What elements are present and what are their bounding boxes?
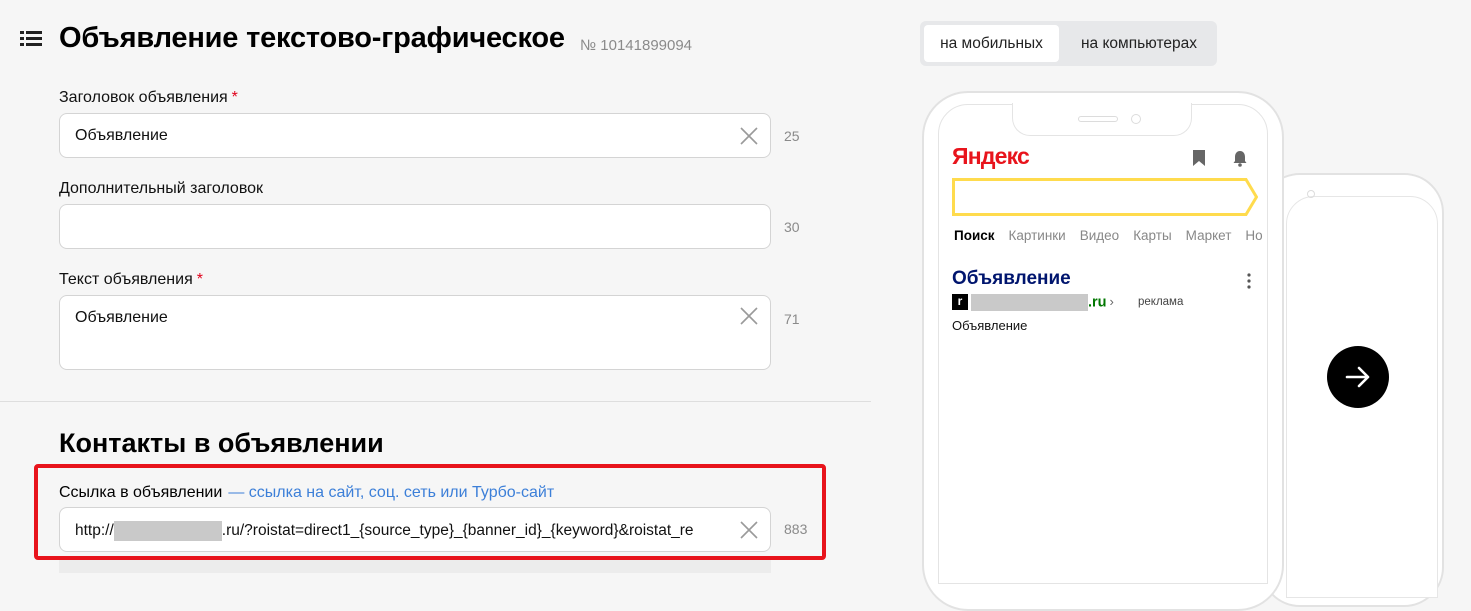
ad-text-value: Объявление	[75, 309, 168, 326]
yandex-logo: Яндекс	[952, 143, 1030, 170]
camera-dot-icon	[1307, 190, 1315, 198]
search-tab: Видео	[1079, 228, 1120, 243]
clear-icon[interactable]	[740, 127, 758, 145]
speaker-icon	[1078, 116, 1118, 122]
extra-headline-input[interactable]	[59, 204, 771, 249]
redacted-domain	[113, 521, 222, 541]
clear-icon[interactable]	[740, 521, 758, 539]
preview-domain: .ru ›	[971, 294, 1114, 311]
ad-text-textarea[interactable]: Объявление	[59, 295, 771, 370]
link-counter: 883	[784, 521, 808, 537]
ad-text-label-text: Текст объявления	[59, 271, 193, 288]
menu-icon[interactable]	[20, 30, 42, 48]
extra-headline-counter: 30	[784, 219, 800, 235]
search-bar	[952, 178, 1258, 216]
preview-ad-title: Объявление	[952, 268, 1071, 289]
ad-text-counter: 71	[784, 311, 800, 327]
headline-label: Заголовок объявления *	[59, 89, 238, 107]
device-switch: на мобильных на компьютерах	[920, 21, 1217, 66]
contacts-section-title: Контакты в объявлении	[59, 428, 384, 458]
search-tab: Поиск	[954, 228, 995, 243]
headline-counter: 25	[784, 128, 800, 144]
link-prefix: http://	[75, 522, 114, 540]
headline-label-text: Заголовок объявления	[59, 89, 228, 106]
bookmark-icon	[1193, 150, 1205, 166]
tab-mobile[interactable]: на мобильных	[924, 25, 1059, 62]
section-divider	[0, 401, 871, 402]
search-tab: Но	[1245, 228, 1263, 243]
logo-text: Яндекс	[952, 143, 1030, 169]
preview-ad-text: Объявление	[952, 318, 1028, 333]
link-label-text: Ссылка в объявлении	[59, 484, 223, 501]
headline-value: Объявление	[75, 127, 168, 144]
link-hint[interactable]: — ссылка на сайт, соц. сеть или Турбо-са…	[228, 484, 554, 501]
extra-headline-label: Дополнительный заголовок	[59, 180, 264, 197]
search-tab: Маркет	[1185, 228, 1232, 243]
arrow-right-icon	[1345, 366, 1370, 388]
required-mark: *	[231, 89, 238, 106]
more-icon	[1247, 273, 1251, 289]
search-tab: Карты	[1133, 228, 1172, 243]
ad-label: реклама	[1138, 296, 1184, 308]
phone-screen	[938, 104, 1268, 584]
headline-input[interactable]: Объявление	[59, 113, 771, 158]
search-tabs: Поиск Картинки Видео Карты Маркет Но	[954, 228, 1277, 243]
favicon-icon: r	[952, 294, 968, 310]
clear-icon[interactable]	[740, 307, 758, 325]
bell-icon	[1233, 151, 1247, 167]
tab-desktop[interactable]: на компьютерах	[1065, 25, 1213, 62]
link-input[interactable]: http:// .ru/?roistat=direct1_{source_type…	[59, 507, 771, 552]
link-value: http:// .ru/?roistat=direct1_{source_type…	[75, 521, 694, 541]
ad-number: № 10141899094	[580, 37, 693, 54]
chevron-right-icon: ›	[1109, 294, 1114, 310]
search-tab: Картинки	[1008, 228, 1066, 243]
domain-tld: .ru	[1088, 294, 1107, 311]
next-field-edge	[59, 560, 771, 573]
link-suffix: .ru/?roistat=direct1_{source_type}_{bann…	[221, 522, 694, 540]
camera-icon	[1131, 114, 1141, 124]
page-title: Объявление текстово-графическое	[59, 22, 565, 54]
ad-text-label: Текст объявления *	[59, 271, 203, 289]
redacted-domain	[971, 294, 1088, 311]
required-mark: *	[196, 271, 203, 288]
next-preview-button[interactable]	[1327, 346, 1389, 408]
link-label: Ссылка в объявлении — ссылка на сайт, соц…	[59, 484, 554, 502]
